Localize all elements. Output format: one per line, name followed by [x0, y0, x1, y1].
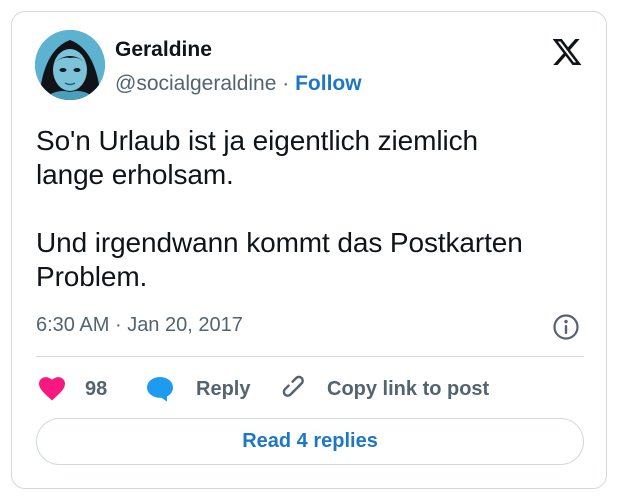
follow-button[interactable]: Follow — [295, 72, 362, 95]
reply-label: Reply — [196, 377, 251, 400]
author-handle[interactable]: @socialgeraldine — [115, 72, 276, 95]
like-button[interactable]: 98 — [39, 374, 107, 404]
link-icon — [282, 375, 304, 397]
author-handle-row: @socialgeraldine · Follow — [115, 72, 362, 96]
timestamp[interactable]: 6:30 AM · Jan 20, 2017 — [36, 314, 243, 337]
x-logo-icon[interactable] — [550, 36, 584, 68]
info-icon[interactable] — [552, 313, 580, 341]
tweet-time[interactable]: 6:30 AM — [36, 314, 109, 336]
reply-button[interactable]: Reply — [146, 374, 250, 404]
tweet-date[interactable]: Jan 20, 2017 — [127, 314, 243, 336]
avatar[interactable] — [35, 30, 105, 100]
tweet-card: Geraldine @socialgeraldine · Follow So'n… — [11, 11, 607, 489]
divider — [36, 356, 584, 357]
copy-link-label: Copy link to post — [327, 377, 490, 400]
like-count: 98 — [85, 377, 108, 400]
action-bar: 98 Reply Copy link to post — [36, 374, 584, 404]
tweet-text: So'n Urlaub ist ja eigentlich ziemlich l… — [36, 125, 523, 292]
read-replies-button[interactable]: Read 4 replies — [36, 418, 584, 465]
handle-separator: · — [282, 72, 290, 95]
time-separator: · — [114, 314, 122, 336]
heart-icon — [39, 377, 65, 401]
author-name[interactable]: Geraldine — [115, 38, 212, 62]
speech-bubble-icon — [147, 377, 173, 402]
copy-link-button[interactable]: Copy link to post — [281, 374, 489, 404]
